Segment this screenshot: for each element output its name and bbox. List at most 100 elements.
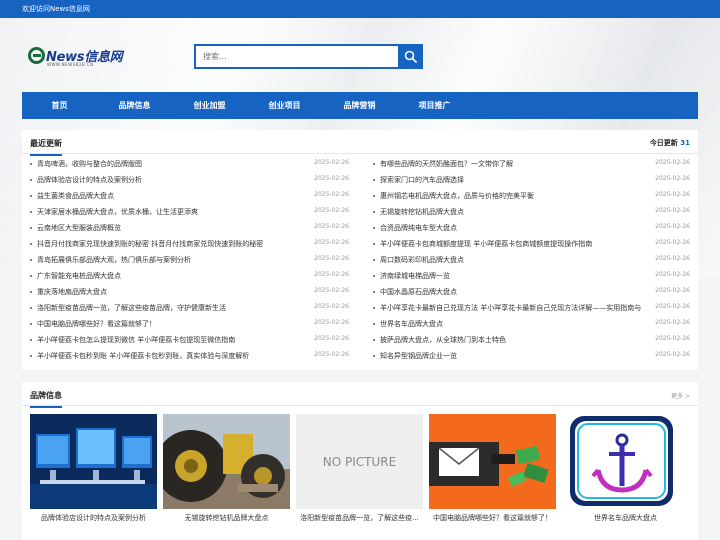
search-bar bbox=[194, 44, 423, 69]
card-caption[interactable]: 世界名车品牌大盘点 bbox=[562, 513, 689, 523]
brand-card[interactable]: NO PICTURE 洛阳新型疫苗品牌一览，了解这些疫... bbox=[296, 414, 423, 523]
card-image-monitors[interactable] bbox=[30, 414, 157, 509]
list-item[interactable]: 济南绿城电梯品牌一览 2025-02-26 bbox=[372, 270, 690, 286]
list-item-title[interactable]: 世界名车品牌大盘点 bbox=[380, 319, 443, 329]
list-item-title[interactable]: 惠州钢芯电机品牌大盘点，品质与价格的完美平衡 bbox=[380, 191, 534, 201]
logo-subtitle: WWW.NEWSB2B.CN bbox=[47, 62, 94, 67]
list-item-date: 2025-02-26 bbox=[314, 335, 349, 342]
list-item-title[interactable]: 知名异型钢品牌企业一览 bbox=[380, 351, 457, 361]
search-button[interactable] bbox=[398, 44, 423, 69]
list-item-title[interactable]: 有哪些品牌的天然奶酪面包？一文带你了解 bbox=[380, 159, 513, 169]
search-input[interactable] bbox=[194, 44, 398, 69]
list-item[interactable]: 中国水晶原石品牌大盘点 2025-02-26 bbox=[372, 286, 690, 302]
list-item[interactable]: 天津家居水桶品牌大盘点，优质水桶，让生活更添爽 2025-02-26 bbox=[29, 206, 349, 222]
list-item[interactable]: 合资品牌纯电车型大盘点 2025-02-26 bbox=[372, 222, 690, 238]
list-item-date: 2025-02-26 bbox=[655, 207, 690, 214]
list-item-title[interactable]: 广东智能充电桩品牌大盘点 bbox=[37, 271, 121, 281]
list-item[interactable]: 广东智能充电桩品牌大盘点 2025-02-26 bbox=[29, 270, 349, 286]
list-item-date: 2025-02-26 bbox=[655, 319, 690, 326]
list-item[interactable]: 世界名车品牌大盘点 2025-02-26 bbox=[372, 318, 690, 334]
list-item[interactable]: 羊小咩便荔卡包秒到账 羊小咩便荔卡包秒到账，真实体验与深度解析 2025-02-2… bbox=[29, 350, 349, 366]
list-item-title[interactable]: 青岛啤酒，收购与整合的品牌版图 bbox=[37, 159, 142, 169]
list-item-date: 2025-02-26 bbox=[314, 223, 349, 230]
list-item-date: 2025-02-26 bbox=[655, 303, 690, 310]
list-item-title[interactable]: 披萨品牌大盘点，从全球热门到本土特色 bbox=[380, 335, 506, 345]
list-item-title[interactable]: 益生菌类食品品牌大盘点 bbox=[37, 191, 114, 201]
list-item-date: 2025-02-26 bbox=[314, 191, 349, 198]
list-item[interactable]: 洛阳新型疫苗品牌一览，了解这些疫苗品牌，守护健康新生活 2025-02-26 bbox=[29, 302, 349, 318]
list-item-title[interactable]: 济南绿城电梯品牌一览 bbox=[380, 271, 450, 281]
list-item-title[interactable]: 天津家居水桶品牌大盘点，优质水桶，让生活更添爽 bbox=[37, 207, 198, 217]
nav-franchise[interactable]: 创业加盟 bbox=[172, 92, 247, 119]
list-item-date: 2025-02-26 bbox=[314, 207, 349, 214]
recent-list-left: 青岛啤酒，收购与整合的品牌版图 2025-02-26 品牌体验店设计的特点及案例分… bbox=[29, 158, 349, 366]
list-item[interactable]: 羊小咩便荔卡包商城额度提现 羊小咩便荔卡包商城额度提现操作指南 2025-02-2… bbox=[372, 238, 690, 254]
brand-info-header: 品牌信息 更多 > bbox=[22, 382, 698, 408]
list-item-title[interactable]: 探索家门口的汽车品牌选择 bbox=[380, 175, 464, 185]
card-image-anchor[interactable] bbox=[562, 414, 689, 509]
list-item[interactable]: 中国电脑品牌哪些好？看这篇就够了！ 2025-02-26 bbox=[29, 318, 349, 334]
list-item-date: 2025-02-26 bbox=[655, 175, 690, 182]
welcome-text: 欢迎访问News信息网 bbox=[22, 5, 90, 13]
nav-startup-projects[interactable]: 创业项目 bbox=[247, 92, 322, 119]
card-caption[interactable]: 无锡旋转挖钻机品牌大盘点 bbox=[163, 513, 290, 523]
list-item-date: 2025-02-26 bbox=[314, 303, 349, 310]
list-item[interactable]: 有哪些品牌的天然奶酪面包？一文带你了解 2025-02-26 bbox=[372, 158, 690, 174]
list-item[interactable]: 无锡旋转挖钻机品牌大盘点 2025-02-26 bbox=[372, 206, 690, 222]
nav-project-promotion[interactable]: 项目推广 bbox=[397, 92, 472, 119]
list-item-title[interactable]: 云南地区大型服装品牌概览 bbox=[37, 223, 121, 233]
list-item-title[interactable]: 中国水晶原石品牌大盘点 bbox=[380, 287, 457, 297]
list-item-date: 2025-02-26 bbox=[314, 319, 349, 326]
nav-home[interactable]: 首页 bbox=[22, 92, 97, 119]
list-item-date: 2025-02-26 bbox=[314, 271, 349, 278]
site-logo[interactable]: News信息网 WWW.NEWSB2B.CN bbox=[28, 43, 123, 67]
list-item-title[interactable]: 羊小咩享花卡最新自己兑现方法 羊小咩享花卡最新自己兑现方法详解——实用指南与 bbox=[380, 303, 641, 313]
list-item[interactable]: 重庆落地扇品牌大盘点 2025-02-26 bbox=[29, 286, 349, 302]
card-image-placeholder[interactable]: NO PICTURE bbox=[296, 414, 423, 509]
list-item[interactable]: 羊小咩便荔卡包怎么提现到微信 羊小咩便荔卡包提现至微信指南 2025-02-26 bbox=[29, 334, 349, 350]
list-item[interactable]: 抖音月付找商家兑现快速到账的秘密 抖音月付找商家兑现快速到账的秘密 2025-02… bbox=[29, 238, 349, 254]
card-caption[interactable]: 中国电脑品牌哪些好？看这篇就够了！ bbox=[429, 513, 556, 523]
list-item-title[interactable]: 抖音月付找商家兑现快速到账的秘密 抖音月付找商家兑现快速到账的秘密 bbox=[37, 239, 263, 249]
list-item-title[interactable]: 羊小咩便荔卡包怎么提现到微信 羊小咩便荔卡包提现至微信指南 bbox=[37, 335, 235, 345]
card-caption[interactable]: 洛阳新型疫苗品牌一览，了解这些疫... bbox=[296, 513, 423, 523]
list-item[interactable]: 探索家门口的汽车品牌选择 2025-02-26 bbox=[372, 174, 690, 190]
list-item-title[interactable]: 羊小咩便荔卡包商城额度提现 羊小咩便荔卡包商城额度提现操作指南 bbox=[380, 239, 592, 249]
list-item[interactable]: 云南地区大型服装品牌概览 2025-02-26 bbox=[29, 222, 349, 238]
list-item[interactable]: 披萨品牌大盘点，从全球热门到本土特色 2025-02-26 bbox=[372, 334, 690, 350]
list-item[interactable]: 周口数码彩印机品牌大盘点 2025-02-26 bbox=[372, 254, 690, 270]
list-item-title[interactable]: 无锡旋转挖钻机品牌大盘点 bbox=[380, 207, 464, 217]
brand-card[interactable]: 世界名车品牌大盘点 bbox=[562, 414, 689, 523]
card-image-excavator[interactable] bbox=[163, 414, 290, 509]
card-caption[interactable]: 品牌体验店设计的特点及案例分析 bbox=[30, 513, 157, 523]
list-item-title[interactable]: 重庆落地扇品牌大盘点 bbox=[37, 287, 107, 297]
list-item-title[interactable]: 品牌体验店设计的特点及案例分析 bbox=[37, 175, 142, 185]
recent-updates-header: 最近更新 今日更新 31 bbox=[22, 130, 698, 156]
brand-info-panel: 品牌信息 更多 > 品牌体验店设计的特点及案例分析 无锡旋转挖钻机品牌大盘点 N… bbox=[22, 382, 698, 540]
list-item[interactable]: 青岛啤酒，收购与整合的品牌版图 2025-02-26 bbox=[29, 158, 349, 174]
today-updates-count: 31 bbox=[680, 139, 690, 147]
list-item-title[interactable]: 羊小咩便荔卡包秒到账 羊小咩便荔卡包秒到账，真实体验与深度解析 bbox=[37, 351, 249, 361]
more-link[interactable]: 更多 > bbox=[671, 391, 690, 400]
list-item-date: 2025-02-26 bbox=[655, 335, 690, 342]
list-item-date: 2025-02-26 bbox=[655, 255, 690, 262]
list-item-title[interactable]: 洛阳新型疫苗品牌一览，了解这些疫苗品牌，守护健康新生活 bbox=[37, 303, 226, 313]
list-item-date: 2025-02-26 bbox=[655, 351, 690, 358]
nav-brand-marketing[interactable]: 品牌营销 bbox=[322, 92, 397, 119]
list-item-title[interactable]: 合资品牌纯电车型大盘点 bbox=[380, 223, 457, 233]
list-item-title[interactable]: 中国电脑品牌哪些好？看这篇就够了！ bbox=[37, 319, 156, 329]
nav-brand-info[interactable]: 品牌信息 bbox=[97, 92, 172, 119]
brand-card[interactable]: 无锡旋转挖钻机品牌大盘点 bbox=[163, 414, 290, 523]
list-item[interactable]: 青岛拓展俱乐部品牌大观，热门俱乐部与案例分析 2025-02-26 bbox=[29, 254, 349, 270]
list-item-title[interactable]: 周口数码彩印机品牌大盘点 bbox=[380, 255, 464, 265]
card-image-email[interactable] bbox=[429, 414, 556, 509]
list-item-title[interactable]: 青岛拓展俱乐部品牌大观，热门俱乐部与案例分析 bbox=[37, 255, 191, 265]
main-nav: 首页 品牌信息 创业加盟 创业项目 品牌营销 项目推广 bbox=[22, 92, 698, 119]
list-item[interactable]: 羊小咩享花卡最新自己兑现方法 羊小咩享花卡最新自己兑现方法详解——实用指南与 20… bbox=[372, 302, 690, 318]
list-item[interactable]: 益生菌类食品品牌大盘点 2025-02-26 bbox=[29, 190, 349, 206]
list-item[interactable]: 惠州钢芯电机品牌大盘点，品质与价格的完美平衡 2025-02-26 bbox=[372, 190, 690, 206]
list-item[interactable]: 知名异型钢品牌企业一览 2025-02-26 bbox=[372, 350, 690, 366]
brand-card[interactable]: 中国电脑品牌哪些好？看这篇就够了！ bbox=[429, 414, 556, 523]
list-item[interactable]: 品牌体验店设计的特点及案例分析 2025-02-26 bbox=[29, 174, 349, 190]
brand-card[interactable]: 品牌体验店设计的特点及案例分析 bbox=[30, 414, 157, 523]
